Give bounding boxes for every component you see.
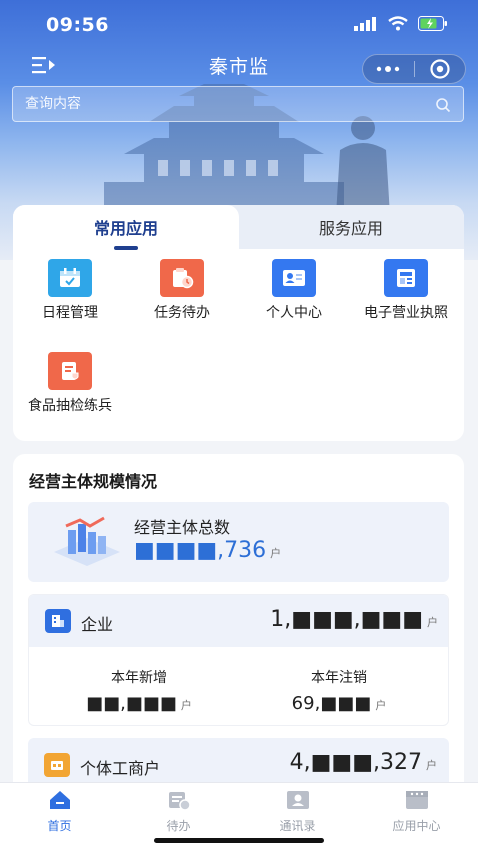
calendar-icon — [48, 259, 92, 297]
app-label: 日程管理 — [42, 305, 98, 321]
task-clock-icon — [160, 259, 204, 297]
contact-card-icon — [272, 259, 316, 297]
total-label: 经营主体总数 — [134, 518, 231, 537]
new-value-row: ■■,■■■ 户 — [39, 693, 239, 714]
active-tab-indicator — [114, 246, 138, 250]
app-tasks[interactable]: 任务待办 — [126, 259, 238, 323]
app-label: 任务待办 — [154, 305, 210, 321]
app-business-license[interactable]: 电子营业执照 — [350, 259, 462, 323]
tab-label: 首页 — [47, 819, 72, 833]
tab-contacts[interactable]: 通讯录 — [238, 789, 357, 834]
tab-home[interactable]: 首页 — [0, 789, 119, 834]
individual-label: 个体工商户 — [80, 759, 161, 778]
total-entities-box: 经营主体总数 ■■■■,736 户 — [28, 502, 449, 582]
new-label: 本年新增 — [111, 670, 167, 686]
tab-app-center[interactable]: 应用中心 — [357, 789, 476, 834]
enterprise-value-row: 1,■■■,■■■ 户 — [270, 607, 438, 632]
individual-unit: 户 — [426, 759, 437, 772]
close-button[interactable] — [414, 55, 465, 83]
contacts-icon — [286, 791, 309, 809]
wifi-icon — [388, 16, 408, 31]
tab-label: 待办 — [166, 819, 191, 833]
cancel-value-row: 69,■■■ 户 — [239, 693, 439, 714]
enterprise-value: 1,■■■,■■■ — [270, 607, 423, 632]
nav-bar: 秦市监 — [0, 48, 478, 84]
cancel-label: 本年注销 — [311, 670, 367, 686]
new-unit: 户 — [180, 699, 192, 712]
food-check-icon — [48, 352, 92, 390]
individual-business-box: 个体工商户 4,■■■,327 户 — [28, 738, 449, 784]
tab-common-apps[interactable]: 常用应用 — [13, 205, 239, 249]
individual-value: 4,■■■,327 — [289, 750, 422, 775]
cancel-unit: 户 — [375, 699, 387, 712]
home-icon — [49, 791, 70, 809]
enterprise-building-icon — [45, 609, 71, 633]
enterprise-header: 企业 1,■■■,■■■ 户 — [29, 595, 448, 647]
signal-icon — [354, 16, 376, 31]
tab-label: 通讯录 — [279, 819, 316, 833]
enterprise-label: 企业 — [81, 615, 114, 634]
tab-service-apps[interactable]: 服务应用 — [238, 205, 464, 249]
search-input[interactable] — [13, 87, 423, 121]
license-icon — [384, 259, 428, 297]
total-value-row: ■■■■,736 户 — [134, 538, 281, 563]
home-indicator — [154, 838, 324, 843]
terracotta-statue-illustration — [336, 116, 390, 215]
status-bar: 09:56 — [0, 0, 478, 48]
bar-chart-illustration — [54, 516, 120, 566]
status-time: 09:56 — [46, 14, 109, 36]
cancelled-this-year: 本年注销 69,■■■ 户 — [239, 667, 439, 714]
more-button[interactable] — [363, 55, 414, 83]
app-food-inspection[interactable]: 食品抽检练兵 — [14, 352, 126, 416]
app-label: 个人中心 — [266, 305, 322, 321]
battery-charging-icon — [418, 16, 447, 31]
todo-icon — [168, 792, 191, 811]
cancel-value: 69,■■■ — [291, 693, 372, 714]
enterprise-unit: 户 — [427, 616, 438, 629]
search-icon[interactable] — [435, 97, 451, 113]
individual-value-row: 4,■■■,327 户 — [290, 750, 437, 775]
total-value: ■■■■,736 — [134, 538, 267, 563]
app-label: 电子营业执照 — [364, 305, 448, 321]
search-box — [12, 86, 464, 122]
enterprise-box: 企业 1,■■■,■■■ 户 本年新增 ■■,■■■ 户 本年注销 69,■■■ 户 — [28, 594, 449, 726]
tab-label: 应用中心 — [392, 819, 441, 833]
app-personal-center[interactable]: 个人中心 — [238, 259, 350, 323]
more-dots-icon — [377, 66, 400, 72]
section-title: 经营主体规模情况 — [29, 472, 158, 491]
market-entity-stats: 经营主体规模情况 经营主体总数 ■■■■,736 户 企业 1,■■■,■■■ 户 … — [13, 454, 464, 784]
app-center-icon — [405, 791, 428, 809]
new-this-year: 本年新增 ■■,■■■ 户 — [39, 667, 239, 714]
tab-todo[interactable]: 待办 — [119, 789, 238, 834]
app-schedule[interactable]: 日程管理 — [14, 259, 126, 323]
total-unit: 户 — [270, 547, 282, 560]
target-close-icon — [430, 59, 450, 79]
individual-shop-icon — [44, 753, 70, 777]
app-tabs: 常用应用 服务应用 — [13, 205, 464, 250]
mini-program-capsule — [362, 54, 466, 84]
new-value: ■■,■■■ — [86, 693, 177, 714]
apps-card: 常用应用 服务应用 日程管理 任务待办 个人中心 电子营业执照 食品抽检练兵 — [13, 205, 464, 441]
app-label: 食品抽检练兵 — [28, 398, 112, 414]
